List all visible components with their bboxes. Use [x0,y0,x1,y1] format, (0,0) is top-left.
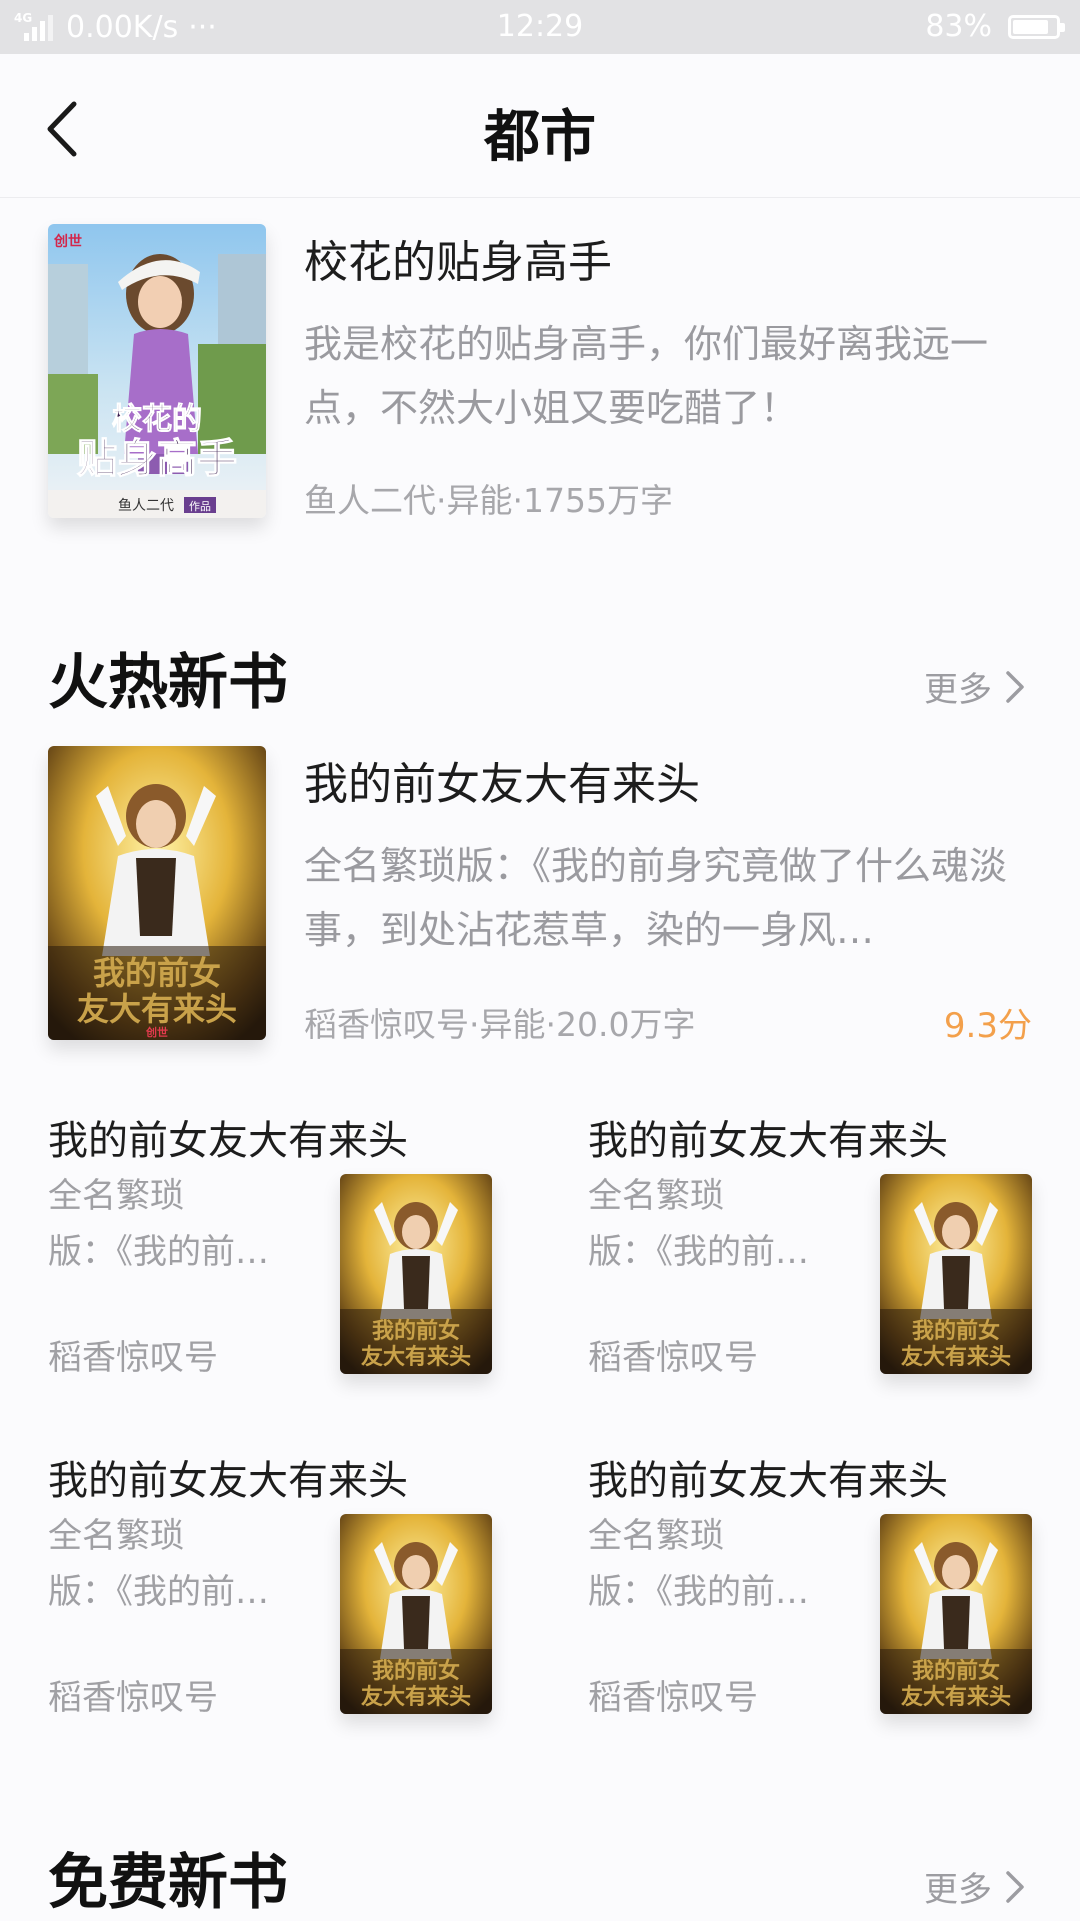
chevron-right-icon [1006,670,1024,703]
desc-line-1: 全名繁琐 [588,1176,724,1216]
battery-percent: 83% [925,9,992,44]
desc-line-1: 全名繁琐 [48,1516,184,1556]
book-author: 稻香惊叹号 [588,1678,758,1718]
book-description: 全名繁琐 版：《我的前… [48,1508,318,1620]
book-title[interactable]: 我的前女友大有来头 [588,1448,948,1506]
cover-title-line2: 友大有来头 [77,990,237,1028]
book-grid-item[interactable]: 我的前女友大有来头 全名繁琐 版：《我的前… 稻香惊叹号 我的前女 友大有来头 [48,1108,548,1428]
book-title[interactable]: 我的前女友大有来头 [304,748,700,812]
cover-title-line1: 校花的 [112,402,202,437]
book-meta: 稻香惊叹号·异能·20.0万字 [304,1005,696,1044]
book-grid-item[interactable]: 我的前女友大有来头 全名繁琐 版：《我的前… 稻香惊叹号 我的前女 友大有来头 [588,1448,1080,1768]
more-button-hot[interactable]: 更多 [924,662,1028,711]
status-right: 83% [925,9,1065,44]
book-author: 稻香惊叹号 [48,1338,218,1378]
cover-title-line2: 友大有来头 [901,1684,1011,1710]
book-title[interactable]: 我的前女友大有来头 [588,1108,948,1166]
clock: 12:29 [496,9,584,44]
book-title[interactable]: 校花的贴身高手 [304,226,612,290]
publisher-logo: 创世 [53,233,82,250]
cover-badge: 作品 [189,500,211,513]
book-meta: 鱼人二代·异能·1755万字 [304,481,673,520]
book-cover-image[interactable]: 我的前女 友大有来头 [340,1174,492,1374]
book-score: 9.3分 [943,1006,1032,1046]
publisher-logo: 创世 [145,1025,168,1039]
section-title-hot: 火热新书 [48,648,288,718]
cover-title-line1: 我的前女 [372,1658,460,1684]
book-title[interactable]: 我的前女友大有来头 [48,1448,408,1506]
cover-title-line1: 我的前女 [912,1658,1000,1684]
book-cover-image[interactable]: 我的前女 友大有来头 创世 [48,746,266,1040]
book-cover-image[interactable]: 我的前女 友大有来头 [880,1174,1032,1374]
book-description: 全名繁琐 版：《我的前… [48,1168,318,1280]
book-cover-image[interactable]: 我的前女 友大有来头 [880,1514,1032,1714]
book-description: 我是校花的贴身高手，你们最好离我远一点，不然大小姐又要吃醋了！ [304,322,989,430]
more-label: 更多 [924,670,992,710]
cover-author: 鱼人二代 [118,497,174,514]
book-description: 全名繁琐 版：《我的前… [588,1168,858,1280]
book-grid-item[interactable]: 我的前女友大有来头 全名繁琐 版：《我的前… 稻香惊叹号 我的前女 友大有来头 [48,1448,548,1768]
cover-title-line1: 我的前女 [372,1318,460,1344]
desc-line-2: 版：《我的前… [588,1572,809,1612]
book-author: 稻香惊叹号 [588,1338,758,1378]
cover-title-line2: 友大有来头 [901,1344,1011,1370]
book-grid-item[interactable]: 我的前女友大有来头 全名繁琐 版：《我的前… 稻香惊叹号 我的前女 友大有来头 [588,1108,1080,1428]
book-title[interactable]: 我的前女友大有来头 [48,1108,408,1166]
chevron-right-icon [1006,1870,1024,1903]
cover-title-line1: 我的前女 [93,954,221,992]
book-cover-image[interactable]: 我的前女 友大有来头 [340,1514,492,1714]
desc-line-1: 全名繁琐 [48,1176,184,1216]
desc-line-2: 版：《我的前… [48,1572,269,1612]
book-author: 稻香惊叹号 [48,1678,218,1718]
cover-title-line2: 友大有来头 [361,1344,471,1370]
desc-line-1: 全名繁琐 [588,1516,724,1556]
desc-line-2: 版：《我的前… [48,1232,269,1272]
desc-line-2: 版：《我的前… [588,1232,809,1272]
more-button-free[interactable]: 更多 [924,1862,1028,1911]
book-description: 全名繁琐版：《我的前身究竟做了什么魂淡事，到处沾花惹草，染的一身风… [304,844,1008,952]
section-title-free: 免费新书 [48,1848,288,1918]
more-label: 更多 [924,1870,992,1910]
top-navigation-bar: 都市 [0,54,1080,198]
page-title: 都市 [484,104,596,170]
cover-title-line1: 我的前女 [912,1318,1000,1344]
book-description: 全名繁琐 版：《我的前… [588,1508,858,1620]
book-cover-image[interactable]: 校花的 贴身高手 鱼人二代 作品 创世 [48,224,266,518]
cover-title-line2: 贴身高手 [77,435,237,482]
battery-icon [1008,14,1065,39]
cover-title-line2: 友大有来头 [361,1684,471,1710]
status-bar: 4G 0.00K/s ··· 12:29 83% [0,0,1080,54]
